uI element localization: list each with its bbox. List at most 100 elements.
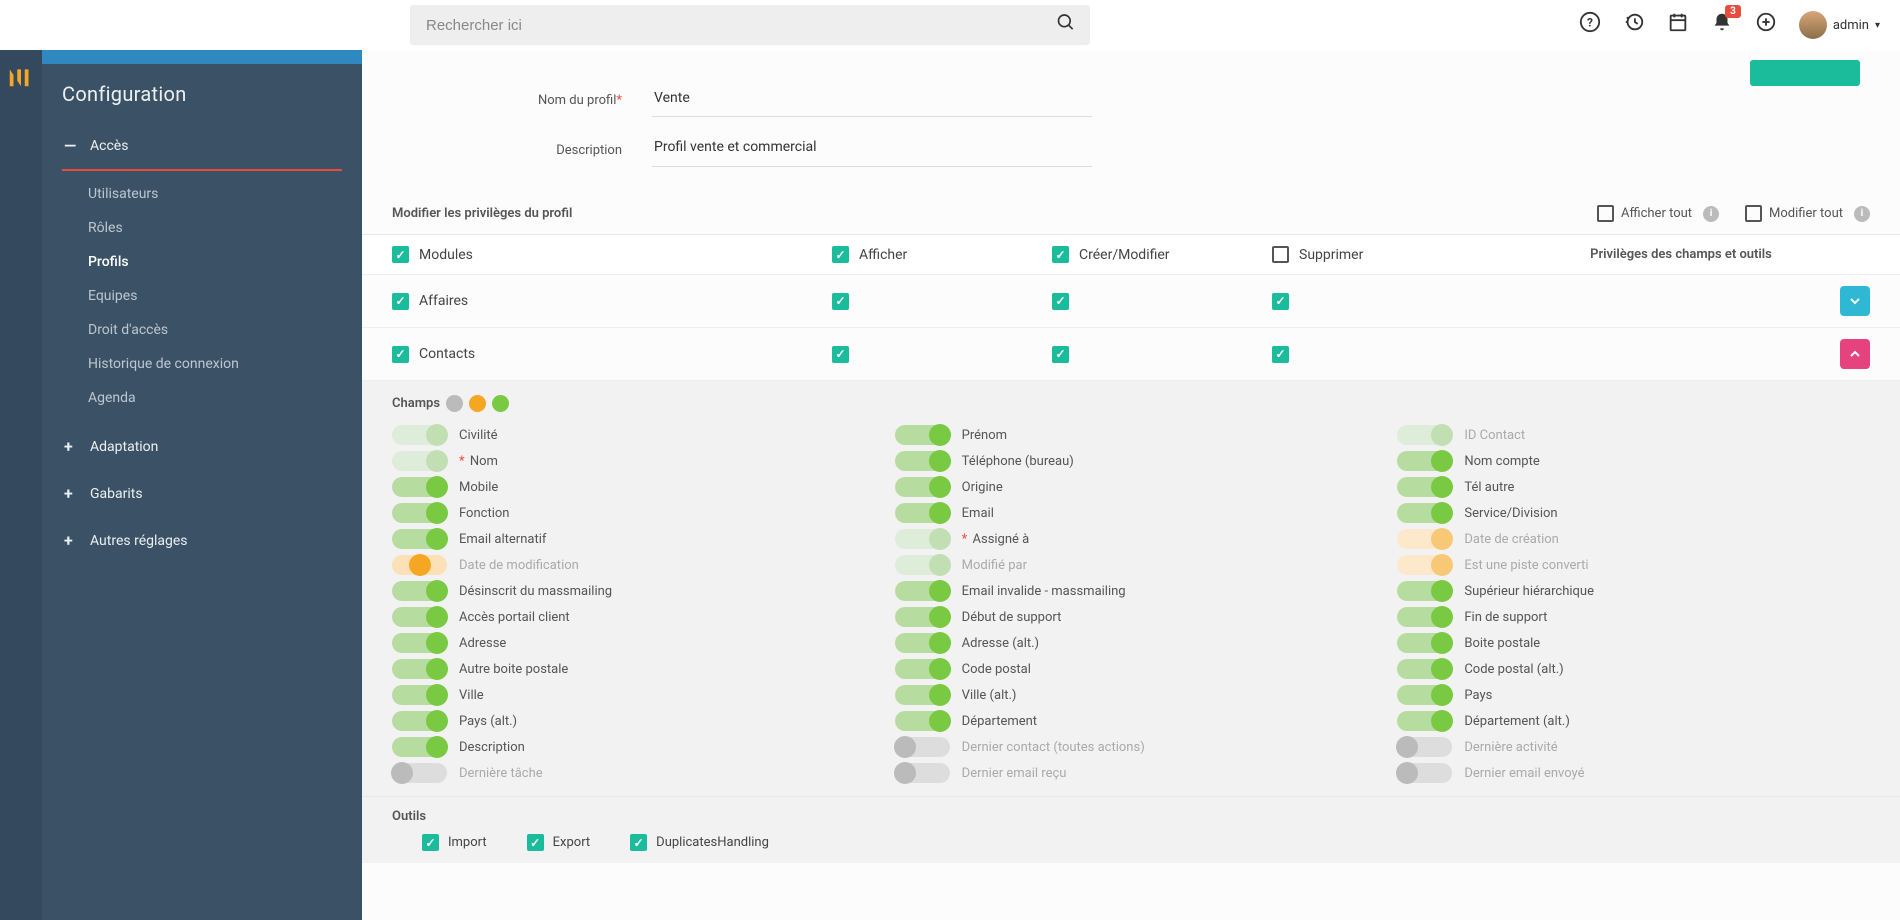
name-value[interactable]: Vente: [652, 84, 1092, 117]
tool-checkbox[interactable]: [527, 834, 544, 851]
supprimer-checkbox[interactable]: [1272, 246, 1289, 263]
field-label: Supérieur hiérarchique: [1464, 584, 1594, 599]
nav-item-historique[interactable]: Historique de connexion: [82, 347, 342, 381]
calendar-icon[interactable]: [1667, 11, 1689, 39]
history-icon[interactable]: [1623, 11, 1645, 39]
field-toggle[interactable]: [895, 451, 950, 471]
field-toggle[interactable]: [1397, 503, 1452, 523]
supprimer-checkbox[interactable]: [1272, 346, 1289, 363]
field-toggle[interactable]: [895, 659, 950, 679]
field-toggle[interactable]: [895, 529, 950, 549]
nav-group-autres[interactable]: + Autres réglages: [62, 517, 342, 564]
field-toggle[interactable]: [392, 477, 447, 497]
field-toggle[interactable]: [895, 425, 950, 445]
nav-item-utilisateurs[interactable]: Utilisateurs: [82, 177, 342, 211]
user-menu[interactable]: admin ▾: [1799, 11, 1880, 39]
logo-icon[interactable]: [6, 60, 36, 90]
desc-value[interactable]: Profil vente et commercial: [652, 133, 1092, 167]
show-all-label: Afficher tout: [1621, 206, 1692, 221]
field-toggle[interactable]: [1397, 555, 1452, 575]
field-toggle[interactable]: [1397, 451, 1452, 471]
help-icon[interactable]: ?: [1579, 11, 1601, 39]
creer-checkbox[interactable]: [1052, 293, 1069, 310]
nav-item-droit[interactable]: Droit d'accès: [82, 313, 342, 347]
field-row: Mobile: [392, 474, 865, 500]
field-toggle[interactable]: [1397, 711, 1452, 731]
field-toggle[interactable]: [895, 685, 950, 705]
search-icon[interactable]: [1056, 13, 1076, 38]
field-label: Dernière activité: [1464, 740, 1557, 755]
save-button[interactable]: [1750, 60, 1860, 86]
privileges-title: Modifier les privilèges du profil: [392, 206, 572, 221]
field-toggle[interactable]: [392, 451, 447, 471]
field-toggle[interactable]: [392, 503, 447, 523]
field-toggle[interactable]: [895, 555, 950, 575]
afficher-checkbox[interactable]: [832, 246, 849, 263]
afficher-checkbox[interactable]: [832, 293, 849, 310]
field-toggle[interactable]: [392, 581, 447, 601]
nav-item-agenda[interactable]: Agenda: [82, 381, 342, 415]
search-input[interactable]: [410, 5, 1090, 45]
nav-group-gabarits[interactable]: + Gabarits: [62, 470, 342, 517]
tool-checkbox[interactable]: [422, 834, 439, 851]
tool-checkbox[interactable]: [630, 834, 647, 851]
field-row: * Assigné à: [895, 526, 1368, 552]
field-label: Code postal: [962, 662, 1031, 677]
field-toggle[interactable]: [392, 711, 447, 731]
notifications-icon[interactable]: 3: [1711, 11, 1733, 39]
field-toggle[interactable]: [895, 477, 950, 497]
field-toggle[interactable]: [1397, 737, 1452, 757]
module-checkbox[interactable]: [392, 293, 409, 310]
field-toggle[interactable]: [895, 633, 950, 653]
field-toggle[interactable]: [1397, 477, 1452, 497]
field-toggle[interactable]: [895, 607, 950, 627]
field-toggle[interactable]: [392, 763, 447, 783]
nav-item-equipes[interactable]: Equipes: [82, 279, 342, 313]
nav-group-acces[interactable]: — Accès: [62, 122, 342, 171]
field-toggle[interactable]: [1397, 763, 1452, 783]
field-toggle[interactable]: [392, 607, 447, 627]
field-toggle[interactable]: [1397, 633, 1452, 653]
checkbox-icon: [1597, 205, 1614, 222]
field-row: Début de support: [895, 604, 1368, 630]
edit-all-checkbox[interactable]: Modifier tout i: [1745, 205, 1870, 222]
field-row: Email: [895, 500, 1368, 526]
field-toggle[interactable]: [1397, 529, 1452, 549]
module-checkbox[interactable]: [392, 346, 409, 363]
field-row: Nom compte: [1397, 448, 1870, 474]
field-toggle[interactable]: [895, 581, 950, 601]
afficher-checkbox[interactable]: [832, 346, 849, 363]
nav-item-roles[interactable]: Rôles: [82, 211, 342, 245]
field-row: Code postal (alt.): [1397, 656, 1870, 682]
field-toggle[interactable]: [392, 555, 447, 575]
field-toggle[interactable]: [392, 659, 447, 679]
field-toggle[interactable]: [392, 685, 447, 705]
field-toggle[interactable]: [1397, 659, 1452, 679]
field-toggle[interactable]: [1397, 425, 1452, 445]
field-toggle[interactable]: [1397, 607, 1452, 627]
field-toggle[interactable]: [895, 737, 950, 757]
field-toggle[interactable]: [392, 737, 447, 757]
col-creer: Créer/Modifier: [1079, 247, 1170, 263]
field-toggle[interactable]: [392, 529, 447, 549]
field-row: Dernière activité: [1397, 734, 1870, 760]
field-toggle[interactable]: [895, 503, 950, 523]
modules-checkbox[interactable]: [392, 246, 409, 263]
field-toggle[interactable]: [392, 425, 447, 445]
col-tools: Privilèges des champs et outils: [1590, 247, 1772, 262]
nav-group-adaptation[interactable]: + Adaptation: [62, 423, 342, 470]
field-toggle[interactable]: [895, 711, 950, 731]
field-toggle[interactable]: [1397, 685, 1452, 705]
user-name: admin: [1833, 18, 1869, 33]
field-toggle[interactable]: [1397, 581, 1452, 601]
nav-item-profils[interactable]: Profils: [82, 245, 342, 279]
show-all-checkbox[interactable]: Afficher tout i: [1597, 205, 1719, 222]
field-toggle[interactable]: [392, 633, 447, 653]
add-icon[interactable]: [1755, 11, 1777, 39]
field-toggle[interactable]: [895, 763, 950, 783]
creer-checkbox[interactable]: [1052, 246, 1069, 263]
expand-button[interactable]: [1840, 339, 1870, 369]
expand-button[interactable]: [1840, 286, 1870, 316]
creer-checkbox[interactable]: [1052, 346, 1069, 363]
supprimer-checkbox[interactable]: [1272, 293, 1289, 310]
